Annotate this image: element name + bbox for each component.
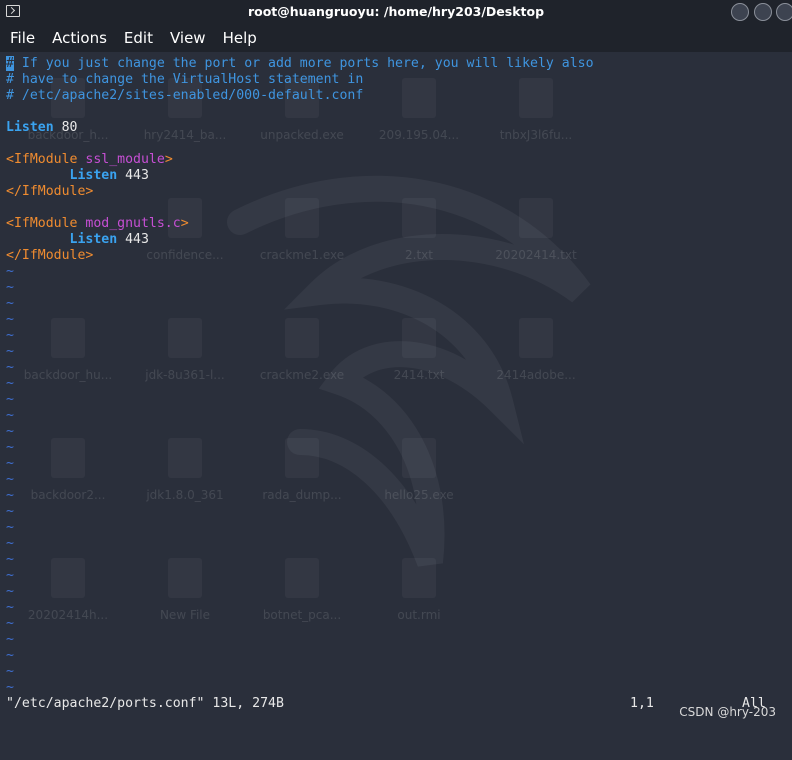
menu-actions[interactable]: Actions (46, 29, 113, 47)
csdn-watermark: CSDN @hry-203 (679, 705, 776, 719)
menu-help[interactable]: Help (217, 29, 263, 47)
empty-line-marker: ~ (6, 328, 14, 343)
empty-line-marker: ~ (6, 472, 14, 487)
vim-status-line: "/etc/apache2/ports.conf" 13L, 274B 1,1 … (6, 696, 786, 712)
empty-line-marker: ~ (6, 360, 14, 375)
empty-line-marker: ~ (6, 504, 14, 519)
code-token: <IfModule (6, 152, 86, 167)
title-bar: root@huangruoyu: /home/hry203/Desktop (0, 0, 792, 24)
menu-file[interactable]: File (4, 29, 41, 47)
code-token: Listen (6, 120, 54, 135)
code-token: If you just change the port or add more … (13, 56, 594, 71)
empty-line-marker: ~ (6, 456, 14, 471)
empty-line-marker: ~ (6, 664, 14, 679)
empty-line-marker: ~ (6, 536, 14, 551)
code-token: Listen (69, 232, 118, 247)
empty-line-marker: ~ (6, 312, 14, 327)
menu-bar: File Actions Edit View Help (0, 24, 792, 52)
code-line: Listen 80 (6, 120, 786, 136)
empty-line-marker: ~ (6, 344, 14, 359)
empty-line-marker: ~ (6, 440, 14, 455)
code-line: # If you just change the port or add mor… (6, 56, 786, 72)
code-line: <IfModule mod_gnutls.c> (6, 216, 786, 232)
code-token: 443 (117, 232, 149, 247)
menu-view[interactable]: View (164, 29, 212, 47)
code-line: </IfModule> (6, 184, 786, 200)
vim-editor[interactable]: # If you just change the port or add mor… (6, 56, 786, 696)
empty-line-marker: ~ (6, 280, 14, 295)
code-token: > (164, 152, 173, 167)
text-cursor: # (6, 56, 14, 71)
empty-line-marker: ~ (6, 568, 14, 583)
empty-line-marker: ~ (6, 616, 14, 631)
code-line: # have to change the VirtualHost stateme… (6, 72, 786, 88)
code-token: 80 (53, 120, 78, 135)
empty-line-marker: ~ (6, 296, 14, 311)
status-message: "/etc/apache2/ports.conf" 13L, 274B (6, 696, 284, 711)
code-line: Listen 443 (6, 168, 786, 184)
code-line: # /etc/apache2/sites-enabled/000-default… (6, 88, 786, 104)
empty-line-marker: ~ (6, 392, 14, 407)
code-token: > (180, 216, 189, 231)
code-token: mod_gnutls.c (85, 216, 181, 231)
minimize-button[interactable] (731, 3, 749, 21)
code-token: ssl_module (85, 152, 165, 167)
code-token: </IfModule> (6, 248, 94, 263)
menu-edit[interactable]: Edit (118, 29, 159, 47)
code-token: <IfModule (6, 216, 86, 231)
empty-line-marker: ~ (6, 552, 14, 567)
empty-line-marker: ~ (6, 408, 14, 423)
code-token: # have to change the VirtualHost stateme… (6, 72, 364, 87)
empty-line-marker: ~ (6, 488, 14, 503)
empty-line-marker: ~ (6, 376, 14, 391)
maximize-button[interactable] (754, 3, 772, 21)
empty-line-marker: ~ (6, 584, 14, 599)
empty-line-marker: ~ (6, 600, 14, 615)
close-button[interactable] (776, 3, 792, 21)
code-line: <IfModule ssl_module> (6, 152, 786, 168)
cursor-position: 1,1 (630, 696, 654, 711)
empty-line-marker: ~ (6, 520, 14, 535)
code-token: 443 (117, 168, 149, 183)
empty-line-marker: ~ (6, 264, 14, 279)
empty-line-marker: ~ (6, 680, 14, 695)
code-token: </IfModule> (6, 184, 94, 199)
empty-line-marker: ~ (6, 648, 14, 663)
code-token: # /etc/apache2/sites-enabled/000-default… (6, 88, 364, 103)
empty-line-marker: ~ (6, 424, 14, 439)
code-line: </IfModule> (6, 248, 786, 264)
code-line: Listen 443 (6, 232, 786, 248)
empty-line-marker: ~ (6, 632, 14, 647)
window-title: root@huangruoyu: /home/hry203/Desktop (247, 4, 545, 19)
code-token: Listen (69, 168, 118, 183)
